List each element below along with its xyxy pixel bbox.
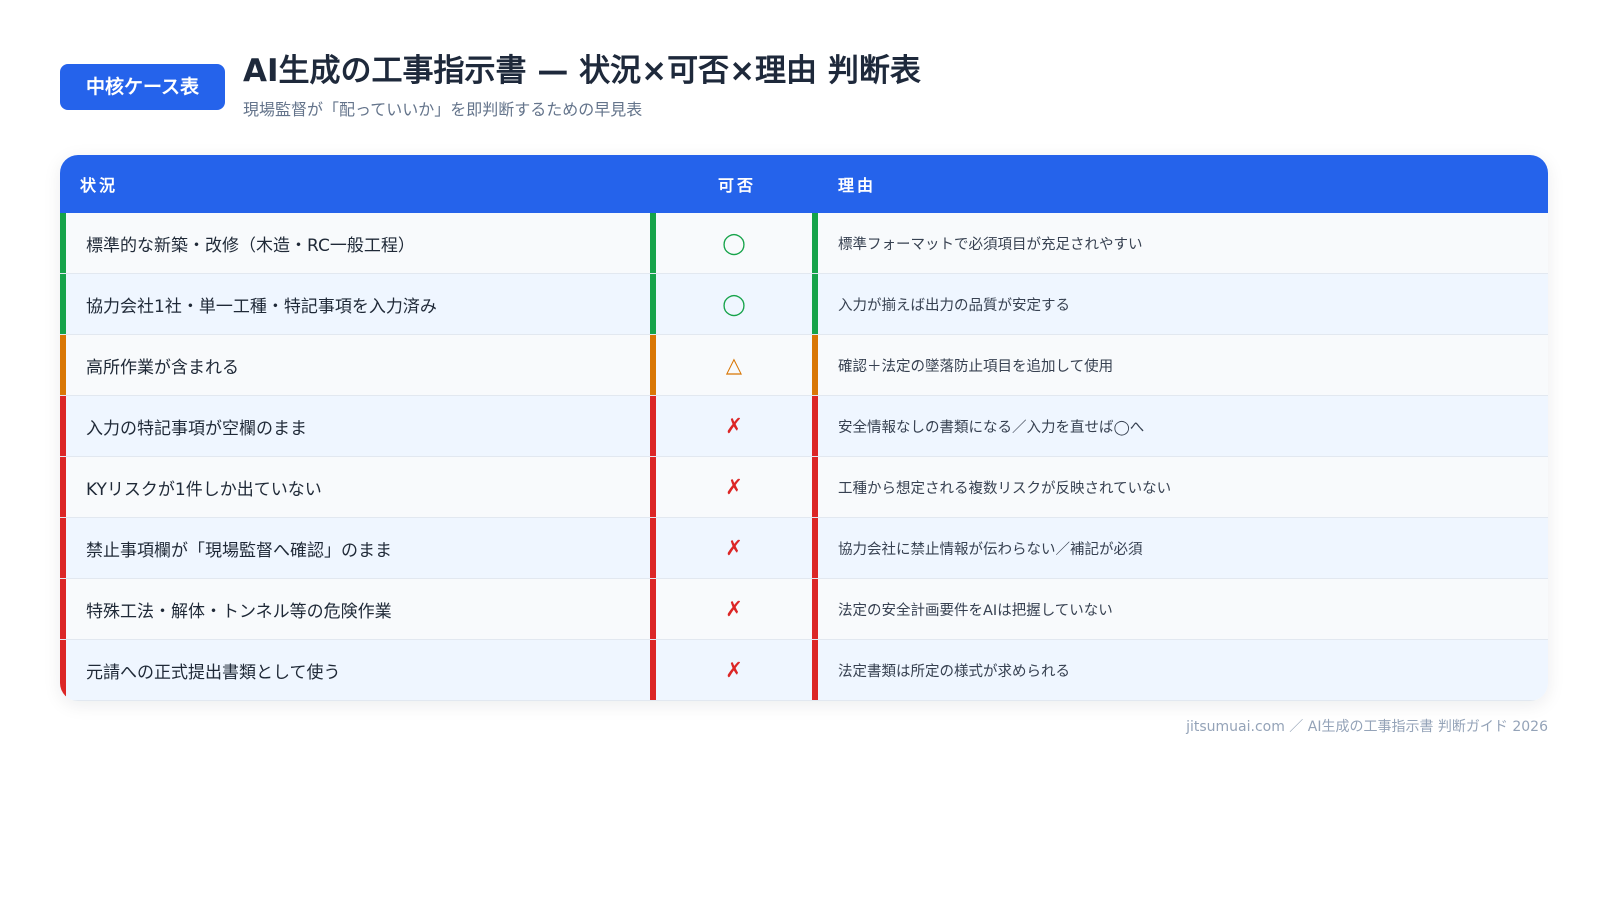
page-subtitle: 現場監督が「配っていいか」を即判断するための早見表 (243, 100, 643, 119)
situation-cell: 元請への正式提出書類として使う (60, 640, 656, 700)
reason-cell: 工種から想定される複数リスクが反映されていない (838, 480, 1172, 497)
table-row: 標準的な新築・改修（木造・RC一般工程） ◯ 標準フォーマットで必須項目が充足されや… (60, 213, 1548, 274)
table-row: 協力会社1社・単一工種・特記事項を入力済み ◯ 入力が揃えば出力の品質が安定する (60, 274, 1548, 335)
verdict-ok-icon: ◯ (656, 213, 818, 273)
verdict-ok-icon: ◯ (656, 274, 818, 334)
table-row: 元請への正式提出書類として使う ✗ 法定書類は所定の様式が求められる (60, 640, 1548, 701)
judgment-table: 状況 可否 理由 標準的な新築・改修（木造・RC一般工程） ◯ 標準フォーマットで必… (60, 155, 1548, 701)
table-row: 入力の特記事項が空欄のまま ✗ 安全情報なしの書類になる／入力を直せば◯へ (60, 396, 1548, 457)
table-row: KYリスクが1件しか出ていない ✗ 工種から想定される複数リスクが反映されていない (60, 457, 1548, 518)
situation-cell: KYリスクが1件しか出ていない (60, 457, 656, 517)
reason-cell: 安全情報なしの書類になる／入力を直せば◯へ (838, 419, 1145, 436)
title-block: AI生成の工事指示書 — 状況×可否×理由 判断表 現場監督が「配っていいか」を… (243, 48, 921, 120)
reason-cell: 法定書類は所定の様式が求められる (838, 663, 1070, 680)
situation-cell: 入力の特記事項が空欄のまま (60, 396, 656, 456)
verdict-ng-icon: ✗ (656, 396, 818, 456)
reason-cell: 入力が揃えば出力の品質が安定する (838, 297, 1070, 314)
situation-cell: 特殊工法・解体・トンネル等の危険作業 (60, 579, 656, 639)
page-header: 中核ケース表 AI生成の工事指示書 — 状況×可否×理由 判断表 現場監督が「配… (60, 48, 921, 120)
column-header-verdict: 可否 (717, 176, 756, 195)
verdict-ng-icon: ✗ (656, 640, 818, 700)
verdict-ng-icon: ✗ (656, 579, 818, 639)
situation-cell: 標準的な新築・改修（木造・RC一般工程） (60, 213, 656, 273)
verdict-ng-icon: ✗ (656, 518, 818, 578)
verdict-ng-icon: ✗ (656, 457, 818, 517)
table-row: 禁止事項欄が「現場監督へ確認」のまま ✗ 協力会社に禁止情報が伝わらない／補記が必須 (60, 518, 1548, 579)
reason-cell: 法定の安全計画要件をAIは把握していない (838, 602, 1113, 619)
table-row: 高所作業が含まれる △ 確認＋法定の墜落防止項目を追加して使用 (60, 335, 1548, 396)
reason-cell: 確認＋法定の墜落防止項目を追加して使用 (838, 358, 1114, 375)
page-title: AI生成の工事指示書 — 状況×可否×理由 判断表 (243, 53, 921, 89)
footer-credit: jitsumuai.com ／ AI生成の工事指示書 判断ガイド 2026 (1186, 719, 1548, 735)
table-row: 特殊工法・解体・トンネル等の危険作業 ✗ 法定の安全計画要件をAIは把握していない (60, 579, 1548, 640)
column-header-situation: 状況 (80, 176, 119, 195)
verdict-caution-icon: △ (656, 335, 818, 395)
table-header: 状況 可否 理由 (60, 155, 1548, 213)
reason-cell: 標準フォーマットで必須項目が充足されやすい (838, 236, 1143, 253)
reason-cell: 協力会社に禁止情報が伝わらない／補記が必須 (838, 541, 1143, 558)
table-body: 標準的な新築・改修（木造・RC一般工程） ◯ 標準フォーマットで必須項目が充足されや… (60, 213, 1548, 701)
situation-cell: 協力会社1社・単一工種・特記事項を入力済み (60, 274, 656, 334)
situation-cell: 禁止事項欄が「現場監督へ確認」のまま (60, 518, 656, 578)
situation-cell: 高所作業が含まれる (60, 335, 656, 395)
column-header-reason: 理由 (838, 176, 877, 195)
category-badge: 中核ケース表 (60, 64, 225, 110)
